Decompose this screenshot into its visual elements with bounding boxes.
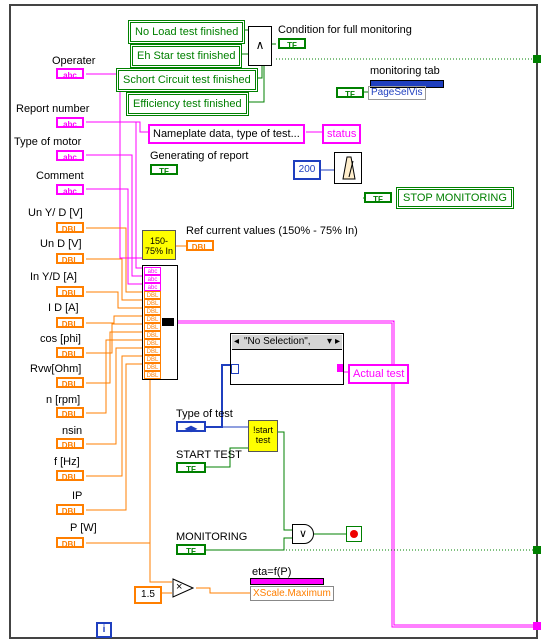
case-prev-arrow[interactable]: ◂: [234, 335, 239, 349]
label-monitoring: MONITORING: [176, 531, 248, 543]
bundle-input: abc: [144, 267, 161, 275]
condition-indicator[interactable]: TF: [278, 38, 306, 50]
bundle-input: DBL: [144, 339, 161, 347]
label-ip: IP: [72, 490, 83, 502]
bundle-input: DBL: [144, 331, 161, 339]
xscale-maximum-node[interactable]: XScale.Maximum: [250, 586, 334, 601]
un-d-control[interactable]: DBL: [56, 253, 84, 265]
rvw-control[interactable]: DBL: [56, 377, 84, 389]
label-type-of-test: Type of test: [176, 408, 233, 420]
start-test-control[interactable]: TF: [176, 462, 206, 474]
multiply-node[interactable]: ×: [172, 578, 195, 598]
p-w-control[interactable]: DBL: [56, 537, 84, 549]
const-1-5[interactable]: 1.5: [134, 586, 162, 604]
i-d-control[interactable]: DBL: [56, 317, 84, 329]
info-icon[interactable]: i: [96, 622, 112, 638]
comment-control[interactable]: abc: [56, 184, 84, 196]
label-monitoring-tab: monitoring tab: [370, 65, 440, 77]
label-in-yd: In Y/D [A]: [30, 271, 77, 283]
monitoring-control[interactable]: TF: [176, 544, 206, 556]
condition-label: Condition for full monitoring: [278, 24, 412, 36]
label-un-d: Un D [V]: [40, 238, 82, 250]
bundle-input: DBL: [144, 347, 161, 355]
ip-control[interactable]: DBL: [56, 504, 84, 516]
case-selector-frame[interactable]: ◂ "No Selection", ▾ ▸: [230, 333, 344, 385]
stop-monitoring-bool[interactable]: TF: [364, 192, 392, 204]
actual-test-indicator[interactable]: Actual test: [348, 364, 410, 384]
ref-current-indicator[interactable]: DBL: [186, 240, 214, 252]
bundle-input: DBL: [144, 291, 161, 299]
bundle-output-icon: [162, 318, 174, 326]
case-output-tunnel: [337, 364, 343, 372]
nameplate-format-string[interactable]: Nameplate data, type of test...: [148, 124, 305, 144]
label-type-of-motor: Type of motor: [14, 136, 82, 148]
n-rpm-control[interactable]: DBL: [56, 407, 84, 419]
label-un-yd: Un Y/ D [V]: [28, 207, 83, 219]
generating-report-indicator[interactable]: TF: [150, 164, 178, 176]
eta-graph-bar: [250, 578, 324, 585]
monitoring-tab-bool[interactable]: TF: [336, 87, 364, 99]
stop-button-icon[interactable]: [346, 526, 362, 542]
case-selector-value: "No Selection",: [244, 336, 311, 347]
label-generating-report: Generating of report: [150, 150, 249, 162]
bundle-input: DBL: [144, 299, 161, 307]
const-no-load-finished[interactable]: No Load test finished: [128, 20, 246, 44]
label-ref-current: Ref current values (150% - 75% In): [186, 225, 358, 237]
or-gate[interactable]: ∨: [292, 524, 314, 544]
case-selector-header[interactable]: ◂ "No Selection", ▾ ▸: [232, 335, 342, 350]
label-nsin: nsin: [62, 425, 83, 437]
block-diagram: No Load test finished Eh Star test finis…: [0, 0, 542, 644]
label-operator: Operater: [52, 55, 96, 67]
bundle-input: DBL: [144, 323, 161, 331]
bundle-input: DBL: [144, 307, 161, 315]
operator-control[interactable]: abc: [56, 68, 84, 80]
case-next-arrow[interactable]: ▸: [335, 335, 340, 349]
bundle-input: DBL: [144, 371, 161, 379]
bundle-input: DBL: [144, 315, 161, 323]
multiply-symbol: ×: [176, 581, 183, 593]
bundle-input: abc: [144, 275, 161, 283]
bundle-node[interactable]: abc abc abc DBL DBL DBL DBL DBL DBL DBL …: [142, 265, 178, 380]
const-short-circuit-finished[interactable]: Schort Circuit test finished: [116, 68, 258, 92]
const-eh-star-finished[interactable]: Eh Star test finished: [130, 44, 243, 68]
type-of-test-enum[interactable]: ◀▶: [176, 421, 206, 433]
and-gate[interactable]: ∧: [248, 26, 272, 66]
case-dropdown-arrow[interactable]: ▾: [327, 335, 332, 349]
label-start-test: START TEST: [176, 449, 242, 461]
metronome-icon[interactable]: [334, 152, 362, 184]
wait-ms-constant[interactable]: 200: [293, 160, 321, 180]
label-eta: eta=f(P): [252, 566, 292, 578]
type-of-motor-control[interactable]: abc: [56, 150, 84, 162]
label-i-d: I D [A]: [48, 302, 79, 314]
label-n-rpm: n [rpm]: [46, 394, 81, 406]
report-number-control[interactable]: abc: [56, 117, 84, 129]
bundle-input: DBL: [144, 363, 161, 371]
label-p-w: P [W]: [70, 522, 97, 534]
start-test-subvi[interactable]: !start test: [248, 420, 278, 452]
label-comment: Comment: [36, 170, 84, 182]
in-yd-control[interactable]: DBL: [56, 286, 84, 298]
cos-phi-control[interactable]: DBL: [56, 347, 84, 359]
case-selector-terminal: [231, 364, 239, 374]
nsin-control[interactable]: DBL: [56, 438, 84, 450]
label-rvw: Rvw[Ohm]: [30, 363, 82, 375]
const-efficiency-finished[interactable]: Efficiency test finished: [126, 92, 249, 116]
label-cos-phi: cos [phi]: [40, 333, 81, 345]
label-f-hz: f [Hz]: [54, 456, 80, 468]
status-indicator[interactable]: status: [322, 124, 362, 144]
bundle-input: DBL: [144, 355, 161, 363]
un-yd-control[interactable]: DBL: [56, 222, 84, 234]
label-report-number: Report number: [16, 103, 90, 115]
bundle-input: abc: [144, 283, 161, 291]
ref-current-subvi[interactable]: 150-75% In: [142, 230, 176, 260]
page-sel-vis-node[interactable]: PageSelVis: [368, 86, 426, 100]
stop-monitoring-indicator[interactable]: STOP MONITORING: [396, 187, 514, 209]
f-hz-control[interactable]: DBL: [56, 470, 84, 482]
